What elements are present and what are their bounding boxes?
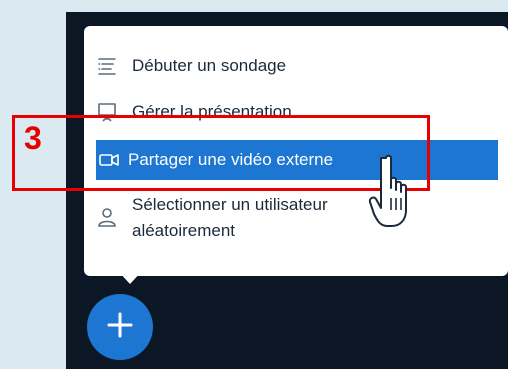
plus-icon <box>105 310 135 345</box>
hand-pointer-cursor-icon <box>360 148 416 232</box>
menu-item-label-multiline: Sélectionner un utilisateur aléatoiremen… <box>132 192 328 244</box>
user-icon <box>96 206 118 228</box>
poll-list-icon <box>96 55 118 77</box>
annotation-step-number: 3 <box>24 120 42 156</box>
menu-caret <box>117 270 143 284</box>
actions-plus-button[interactable] <box>87 294 153 360</box>
menu-item-label-line2: aléatoirement <box>132 221 236 240</box>
menu-item-select-random-user[interactable]: Sélectionner un utilisateur aléatoiremen… <box>96 192 498 252</box>
menu-item-label: Débuter un sondage <box>132 56 287 75</box>
menu-item-start-poll[interactable]: Débuter un sondage <box>96 52 498 80</box>
menu-item-label-line1: Sélectionner un utilisateur <box>132 195 328 214</box>
